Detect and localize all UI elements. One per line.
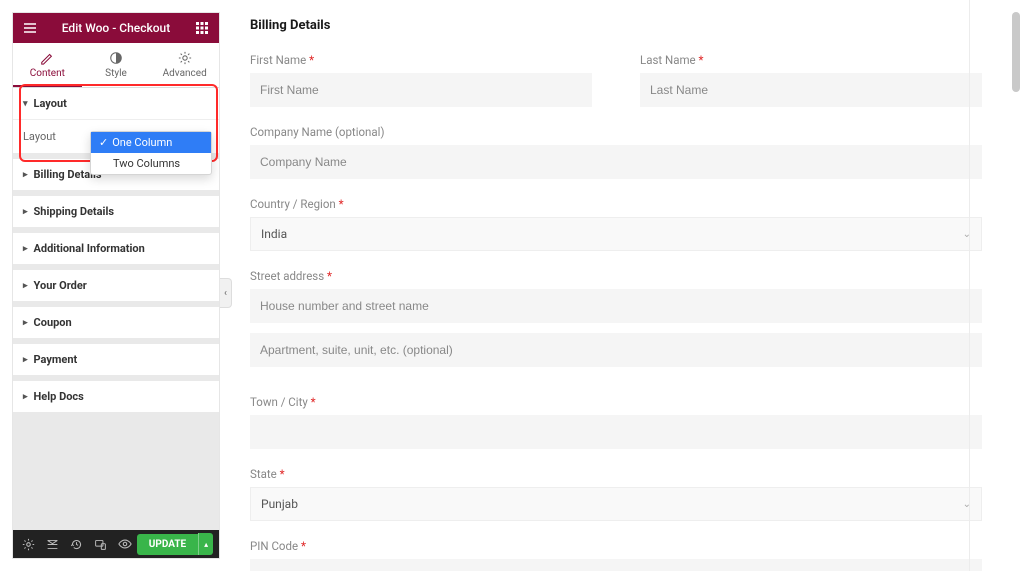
section-coupon-header[interactable]: ▸ Coupon <box>13 307 219 338</box>
update-dropdown-toggle[interactable]: ▴ <box>198 533 213 555</box>
apps-grid-icon[interactable] <box>193 19 211 37</box>
country-select[interactable]: India ⌄ <box>250 217 982 251</box>
chevron-down-icon: ▾ <box>23 99 28 109</box>
chevron-right-icon: ▸ <box>23 355 28 365</box>
town-label: Town / City * <box>250 395 982 409</box>
state-label: State * <box>250 467 982 481</box>
settings-icon[interactable] <box>17 530 41 558</box>
chevron-right-icon: ▸ <box>23 318 28 328</box>
tab-advanced[interactable]: Advanced <box>150 43 219 87</box>
billing-heading: Billing Details <box>250 18 982 33</box>
town-input[interactable] <box>250 415 982 449</box>
section-shipping-label: Shipping Details <box>34 205 115 218</box>
section-layout-label: Layout <box>34 97 67 110</box>
tab-advanced-label: Advanced <box>163 68 207 79</box>
tab-content[interactable]: Content <box>13 43 82 87</box>
section-help-header[interactable]: ▸ Help Docs <box>13 381 219 412</box>
section-help-label: Help Docs <box>34 390 84 403</box>
required-asterisk: * <box>280 467 285 481</box>
section-payment-header[interactable]: ▸ Payment <box>13 344 219 375</box>
preview-icon[interactable] <box>113 530 137 558</box>
section-help: ▸ Help Docs <box>13 381 219 412</box>
responsive-icon[interactable] <box>89 530 113 558</box>
section-payment: ▸ Payment <box>13 344 219 375</box>
chevron-right-icon: ▸ <box>23 207 28 217</box>
layout-option-label: Two Columns <box>113 157 180 170</box>
preview-canvas: Billing Details First Name * Last Name *… <box>232 0 992 571</box>
panel-header: Edit Woo - Checkout <box>13 13 219 43</box>
section-order: ▸ Your Order <box>13 270 219 301</box>
section-layout-body: Layout ✓ One Column Two Columns <box>13 119 219 153</box>
country-label: Country / Region * <box>250 197 982 211</box>
section-payment-label: Payment <box>34 353 78 366</box>
panel-sections: ▾ Layout Layout ✓ One Column <box>13 88 219 530</box>
required-asterisk: * <box>311 395 316 409</box>
section-coupon-label: Coupon <box>34 316 72 329</box>
company-input[interactable] <box>250 145 982 179</box>
chevron-right-icon: ▸ <box>23 392 28 402</box>
section-layout-header[interactable]: ▾ Layout <box>13 88 219 119</box>
street2-input[interactable] <box>250 333 982 367</box>
tab-style[interactable]: Style <box>82 43 151 87</box>
scrollbar-thumb[interactable] <box>1012 12 1020 92</box>
panel-collapse-handle[interactable]: ‹ <box>220 278 232 308</box>
chevron-right-icon: ▸ <box>23 170 28 180</box>
required-asterisk: * <box>327 269 332 283</box>
update-button[interactable]: UPDATE <box>137 534 198 555</box>
section-coupon: ▸ Coupon <box>13 307 219 338</box>
street-label: Street address * <box>250 269 982 283</box>
editor-panel: Edit Woo - Checkout Content Style Advanc… <box>12 12 220 559</box>
required-asterisk: * <box>699 53 704 67</box>
section-additional-label: Additional Information <box>34 242 145 255</box>
state-value: Punjab <box>261 497 298 511</box>
layout-option-one-column[interactable]: ✓ One Column <box>91 132 211 153</box>
country-value: India <box>261 227 287 241</box>
required-asterisk: * <box>339 197 344 211</box>
panel-footer: UPDATE ▴ <box>13 530 219 558</box>
pin-label: PIN Code * <box>250 539 982 553</box>
section-additional-header[interactable]: ▸ Additional Information <box>13 233 219 264</box>
history-icon[interactable] <box>65 530 89 558</box>
hamburger-icon[interactable] <box>21 19 39 37</box>
tab-content-label: Content <box>30 68 65 79</box>
first-name-input[interactable] <box>250 73 592 107</box>
section-layout: ▾ Layout Layout ✓ One Column <box>13 88 219 153</box>
last-name-label: Last Name * <box>640 53 982 67</box>
first-name-label: First Name * <box>250 53 592 67</box>
section-additional: ▸ Additional Information <box>13 233 219 264</box>
layout-control-label: Layout <box>23 130 93 143</box>
required-asterisk: * <box>301 539 306 553</box>
layout-dropdown: ✓ One Column Two Columns <box>90 131 212 175</box>
street1-input[interactable] <box>250 289 982 323</box>
chevron-right-icon: ▸ <box>23 281 28 291</box>
chevron-right-icon: ▸ <box>23 244 28 254</box>
section-shipping-header[interactable]: ▸ Shipping Details <box>13 196 219 227</box>
company-label: Company Name (optional) <box>250 125 982 139</box>
layout-option-label: One Column <box>112 136 172 149</box>
required-asterisk: * <box>309 53 314 67</box>
pin-input[interactable] <box>250 559 982 571</box>
section-shipping: ▸ Shipping Details <box>13 196 219 227</box>
check-icon: ✓ <box>99 136 108 149</box>
layout-option-two-columns[interactable]: Two Columns <box>91 153 211 174</box>
section-order-header[interactable]: ▸ Your Order <box>13 270 219 301</box>
panel-tabs: Content Style Advanced <box>13 43 219 88</box>
state-select[interactable]: Punjab ⌄ <box>250 487 982 521</box>
last-name-input[interactable] <box>640 73 982 107</box>
panel-title: Edit Woo - Checkout <box>39 21 193 35</box>
tab-style-label: Style <box>105 68 127 79</box>
section-order-label: Your Order <box>34 279 87 292</box>
navigator-icon[interactable] <box>41 530 65 558</box>
